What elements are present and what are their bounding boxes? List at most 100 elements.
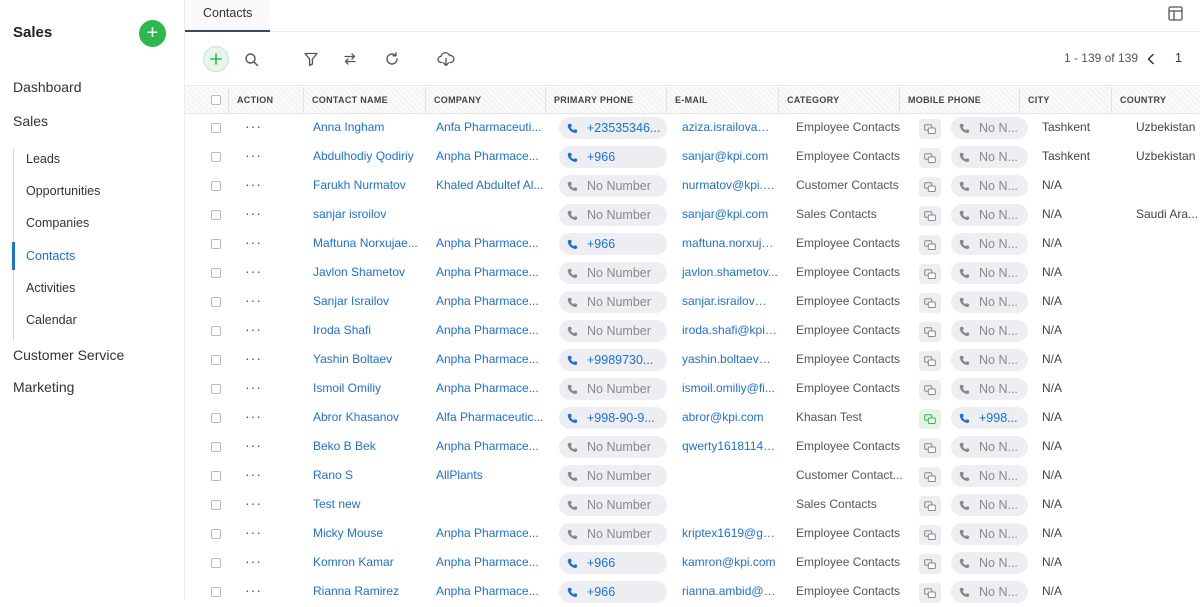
company-link[interactable]: Khaled Abdultef Al... (436, 172, 544, 201)
row-checkbox[interactable] (211, 172, 225, 201)
col-company[interactable]: COMPANY (425, 87, 545, 114)
contact-name-link[interactable]: Rano S (313, 462, 423, 491)
row-checkbox[interactable] (211, 317, 225, 346)
table-row[interactable]: ··· Farukh Nurmatov Khaled Abdultef Al... N… (185, 172, 1200, 201)
contact-name-link[interactable]: Sanjar Israilov (313, 288, 423, 317)
row-checkbox[interactable] (211, 201, 225, 230)
row-checkbox[interactable] (211, 520, 225, 549)
email-link[interactable]: aziza.israilova@fi... (682, 114, 778, 143)
row-actions-button[interactable]: ··· (245, 172, 275, 201)
primary-phone-pill[interactable]: No Number (559, 175, 667, 197)
message-icon[interactable] (919, 235, 941, 255)
message-icon[interactable] (919, 322, 941, 342)
table-row[interactable]: ··· Test new No Number Sales Contacts No N..… (185, 491, 1200, 520)
mobile-phone-pill[interactable]: No N... (951, 117, 1028, 139)
email-link[interactable]: sanjar@kpi.com (682, 201, 778, 230)
contact-name-link[interactable]: Iroda Shafi (313, 317, 423, 346)
layout-icon[interactable] (1168, 6, 1183, 26)
swap-icon[interactable] (337, 46, 363, 72)
company-link[interactable]: Anpha Pharmace... (436, 230, 544, 259)
nav-sales[interactable]: Sales (13, 113, 48, 129)
message-icon[interactable] (919, 409, 941, 429)
contact-name-link[interactable]: Ismoil Omiliy (313, 375, 423, 404)
col-country[interactable]: COUNTRY (1111, 87, 1200, 114)
primary-phone-pill[interactable]: No Number (559, 436, 667, 458)
company-link[interactable]: Anpha Pharmace... (436, 375, 544, 404)
tab-contacts[interactable]: Contacts (185, 0, 271, 32)
email-link[interactable] (682, 491, 778, 520)
row-actions-button[interactable]: ··· (245, 346, 275, 375)
row-actions-button[interactable]: ··· (245, 433, 275, 462)
row-actions-button[interactable]: ··· (245, 520, 275, 549)
row-checkbox[interactable] (211, 230, 225, 259)
row-actions-button[interactable]: ··· (245, 549, 275, 578)
message-icon[interactable] (919, 148, 941, 168)
email-link[interactable] (682, 462, 778, 491)
contact-name-link[interactable]: Yashin Boltaev (313, 346, 423, 375)
row-actions-button[interactable]: ··· (245, 491, 275, 520)
contact-name-link[interactable]: sanjar isroilov (313, 201, 423, 230)
company-link[interactable] (436, 491, 544, 520)
select-all-checkbox[interactable] (185, 87, 229, 114)
primary-phone-pill[interactable]: +966 (559, 552, 667, 574)
row-actions-button[interactable]: ··· (245, 114, 275, 143)
message-icon[interactable] (919, 206, 941, 226)
row-actions-button[interactable]: ··· (245, 143, 275, 172)
table-row[interactable]: ··· Ismoil Omiliy Anpha Pharmace... No Numb… (185, 375, 1200, 404)
contact-name-link[interactable]: Javlon Shametov (313, 259, 423, 288)
cloud-download-icon[interactable] (433, 46, 459, 72)
col-mobile-phone[interactable]: MOBILE PHONE (899, 87, 1019, 114)
row-actions-button[interactable]: ··· (245, 259, 275, 288)
primary-phone-pill[interactable]: No Number (559, 494, 667, 516)
message-icon[interactable] (919, 554, 941, 574)
contact-name-link[interactable]: Komron Kamar (313, 549, 423, 578)
table-row[interactable]: ··· Abror Khasanov Alfa Pharmaceutic... +99… (185, 404, 1200, 433)
table-row[interactable]: ··· sanjar isroilov No Number sanjar@kpi.co… (185, 201, 1200, 230)
email-link[interactable]: maftuna.norxuja... (682, 230, 778, 259)
primary-phone-pill[interactable]: +966 (559, 146, 667, 168)
table-row[interactable]: ··· Rianna Ramirez Anpha Pharmace... +966 ri… (185, 578, 1200, 607)
company-link[interactable]: Anpha Pharmace... (436, 433, 544, 462)
email-link[interactable]: sanjar.israilov@fi... (682, 288, 778, 317)
row-checkbox[interactable] (211, 462, 225, 491)
primary-phone-pill[interactable]: No Number (559, 523, 667, 545)
primary-phone-pill[interactable]: +23535346... (559, 117, 667, 139)
contact-name-link[interactable]: Abdulhodiy Qodiriy (313, 143, 423, 172)
contact-name-link[interactable]: Test new (313, 491, 423, 520)
contact-name-link[interactable]: Farukh Nurmatov (313, 172, 423, 201)
email-link[interactable]: kriptex1619@gm... (682, 520, 778, 549)
message-icon[interactable] (919, 264, 941, 284)
message-icon[interactable] (919, 525, 941, 545)
row-actions-button[interactable]: ··· (245, 288, 275, 317)
row-checkbox[interactable] (211, 375, 225, 404)
table-row[interactable]: ··· Rano S AllPlants No Number Customer Cont… (185, 462, 1200, 491)
contact-name-link[interactable]: Beko B Bek (313, 433, 423, 462)
page-number[interactable]: 1 (1175, 51, 1182, 65)
nav-contacts[interactable]: Contacts (12, 241, 183, 277)
row-actions-button[interactable]: ··· (245, 317, 275, 346)
message-icon[interactable] (919, 496, 941, 516)
message-icon[interactable] (919, 380, 941, 400)
refresh-icon[interactable] (379, 46, 405, 72)
mobile-phone-pill[interactable]: No N... (951, 146, 1028, 168)
table-row[interactable]: ··· Maftuna Norxujae... Anpha Pharmace... +… (185, 230, 1200, 259)
row-actions-button[interactable]: ··· (245, 201, 275, 230)
message-icon[interactable] (919, 119, 941, 139)
mobile-phone-pill[interactable]: No N... (951, 291, 1028, 313)
table-row[interactable]: ··· Abdulhodiy Qodiriy Anpha Pharmace... +9… (185, 143, 1200, 172)
email-link[interactable]: ismoil.omiliy@fi... (682, 375, 778, 404)
row-actions-button[interactable]: ··· (245, 404, 275, 433)
row-checkbox[interactable] (211, 549, 225, 578)
table-row[interactable]: ··· Anna Ingham Anfa Pharmaceuti... +235353… (185, 114, 1200, 143)
company-link[interactable]: Anpha Pharmace... (436, 288, 544, 317)
row-actions-button[interactable]: ··· (245, 462, 275, 491)
primary-phone-pill[interactable]: +9989730... (559, 349, 667, 371)
nav-marketing[interactable]: Marketing (13, 379, 74, 395)
email-link[interactable]: javlon.shametov... (682, 259, 778, 288)
message-icon[interactable] (919, 583, 941, 603)
row-checkbox[interactable] (211, 578, 225, 607)
col-city[interactable]: CITY (1019, 87, 1111, 114)
table-row[interactable]: ··· Javlon Shametov Anpha Pharmace... No Nu… (185, 259, 1200, 288)
company-link[interactable]: Anpha Pharmace... (436, 259, 544, 288)
col-primary-phone[interactable]: PRIMARY PHONE (545, 87, 666, 114)
